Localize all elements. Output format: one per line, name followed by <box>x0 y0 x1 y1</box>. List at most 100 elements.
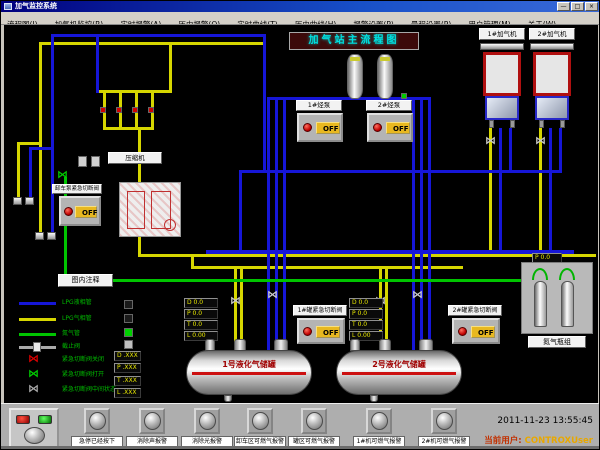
tank-area-gas-alarm-button[interactable] <box>301 408 327 434</box>
dispenser-leg <box>510 120 515 128</box>
pipe-liquid <box>428 97 431 350</box>
pipe-liquid <box>51 34 266 37</box>
alarm-light-icon <box>458 327 467 336</box>
tank-1-pressure: P 0.0 <box>184 309 218 319</box>
maximize-button[interactable]: □ <box>571 2 584 11</box>
menu-bar: 流程图(I) 加气机监控(R) 实时报警(A) 历史报警(O) 实时曲线(T) … <box>1 12 600 25</box>
legend-value-box: T .XXX <box>114 376 141 386</box>
pipe-liquid <box>263 34 266 173</box>
mute-sound-alarm-button[interactable] <box>139 408 165 434</box>
menu-about[interactable]: 关于(W) <box>522 18 562 25</box>
minimize-button[interactable]: — <box>557 2 570 11</box>
menu-history-trend[interactable]: 历史曲线(H) <box>289 18 343 25</box>
legend-label: LPG气相管 <box>62 315 92 323</box>
stop-valve-icon <box>33 342 41 352</box>
estop-button[interactable] <box>84 408 110 434</box>
hose-coupler <box>47 232 56 240</box>
dispenser-1-gas-alarm-button[interactable] <box>366 408 392 434</box>
menu-realtime-trend[interactable]: 实时曲线(T) <box>231 18 283 25</box>
current-user-line: 当前用户: CONTROXUser <box>484 434 593 446</box>
unload-area-gas-alarm-button[interactable] <box>247 408 273 434</box>
valve-open-icon: ⋈ <box>28 370 39 378</box>
tank-2-valve-label: 2#罐紧急切断阀 <box>448 305 502 316</box>
menu-range-settings[interactable]: 量程设置(P) <box>405 18 457 25</box>
tank-1-valve-off-button[interactable]: OFF <box>316 326 340 338</box>
legend-indicator <box>124 300 133 309</box>
pipe-gas <box>103 127 154 130</box>
menu-realtime-alarm[interactable]: 实时报警(A) <box>114 18 167 25</box>
pipe-liquid <box>499 128 502 252</box>
clear-light-alarm-button[interactable] <box>194 408 220 434</box>
title-bar: 加气监控系统 — □ × <box>1 1 600 12</box>
button-knob-icon <box>252 412 269 430</box>
legend-label: 紧急切断阀打开 <box>62 371 104 379</box>
compressor-label: 压缩机 <box>108 152 162 164</box>
pipe-liquid <box>509 128 512 173</box>
legend-value-box: L .XXX <box>114 388 141 398</box>
tank-stripe <box>342 372 456 375</box>
close-button[interactable]: × <box>585 2 598 11</box>
dispenser-1-cap <box>480 43 524 50</box>
pipe-nitrogen-header <box>64 279 524 282</box>
legend-indicator <box>124 328 133 337</box>
dispenser-leg <box>539 120 544 128</box>
pump-1-off-button[interactable]: OFF <box>316 122 340 134</box>
pipe-liquid <box>96 34 99 93</box>
tank-drain <box>224 395 232 402</box>
pipe-gas <box>96 90 172 93</box>
tank-2-temperature: T 0.0 <box>349 320 383 330</box>
tank-1-name: 1号液化气储罐 <box>187 359 311 370</box>
valve-indicator-icon <box>100 107 106 113</box>
bottom-strip <box>1 446 600 450</box>
hose-coupler <box>13 197 22 205</box>
pipe-liquid <box>559 128 562 173</box>
legend-swatch-nitrogen <box>19 333 56 336</box>
menu-history-alarm[interactable]: 历史报警(O) <box>172 18 226 25</box>
pump-1-label: 1#烃泵 <box>296 100 342 111</box>
dispenser-2-cap <box>530 43 574 50</box>
storage-tank-2: 2号液化气储罐 <box>336 350 462 395</box>
legend-title: 图内注释 <box>58 274 113 287</box>
tank-2-valve-panel: OFF <box>452 318 500 344</box>
app-icon <box>4 3 12 10</box>
alarm-light-icon <box>303 123 312 132</box>
compressor-unit <box>119 182 181 237</box>
button-knob-icon <box>371 412 388 430</box>
menu-alarm-settings[interactable]: 报警设置(P) <box>347 18 399 25</box>
pipe-liquid-header <box>206 250 574 254</box>
dispenser-1-label: 1#加气机 <box>479 28 525 40</box>
app-window: 加气监控系统 — □ × 流程图(I) 加气机监控(R) 实时报警(A) 历史报… <box>0 0 600 450</box>
compressor-detail <box>127 191 145 229</box>
tank-1-valve-panel: OFF <box>297 318 345 344</box>
horn-button[interactable] <box>24 427 45 444</box>
alarm-light-icon <box>303 327 312 336</box>
menu-user-management[interactable]: 用户管理(M) <box>462 18 516 25</box>
pipe-liquid <box>29 147 54 150</box>
menu-flowchart[interactable]: 流程图(I) <box>1 18 44 25</box>
button-knob-icon <box>89 412 106 430</box>
unload-valve-panel: OFF <box>59 196 101 226</box>
red-indicator-icon <box>16 415 30 424</box>
legend-label: 氮气管 <box>62 330 80 338</box>
datetime-display: 2011-11-23 13:55:45 <box>497 416 593 426</box>
unload-valve-off-button[interactable]: OFF <box>75 206 97 218</box>
pump-2-off-button[interactable]: OFF <box>386 122 410 134</box>
separator-vessel-2 <box>377 54 393 99</box>
junction-box <box>78 156 87 167</box>
storage-tank-1: 1号液化气储罐 <box>186 350 312 395</box>
tank-1-density: D 0.0 <box>184 298 218 308</box>
legend-label: 紧急切断阀中间状态 <box>62 386 116 394</box>
pipe-gas <box>169 42 172 93</box>
shutoff-valve-icon: ⋈ <box>230 297 241 305</box>
tank-1-valve-label: 1#罐紧急切断阀 <box>293 305 347 316</box>
dispenser-2-gas-alarm-button[interactable] <box>431 408 457 434</box>
nitrogen-label: 氮气瓶组 <box>528 336 586 348</box>
dispenser-leg <box>560 120 565 128</box>
tank-2-valve-off-button[interactable]: OFF <box>471 326 495 338</box>
menu-dispenser-monitor[interactable]: 加气机监控(R) <box>49 18 110 25</box>
pipe-liquid <box>239 170 562 173</box>
legend-label: 紧急切断阀关闭 <box>62 356 104 364</box>
button-knob-icon <box>144 412 161 430</box>
nitrogen-cylinder <box>534 281 547 327</box>
current-user-value: CONTROXUser <box>525 436 593 446</box>
